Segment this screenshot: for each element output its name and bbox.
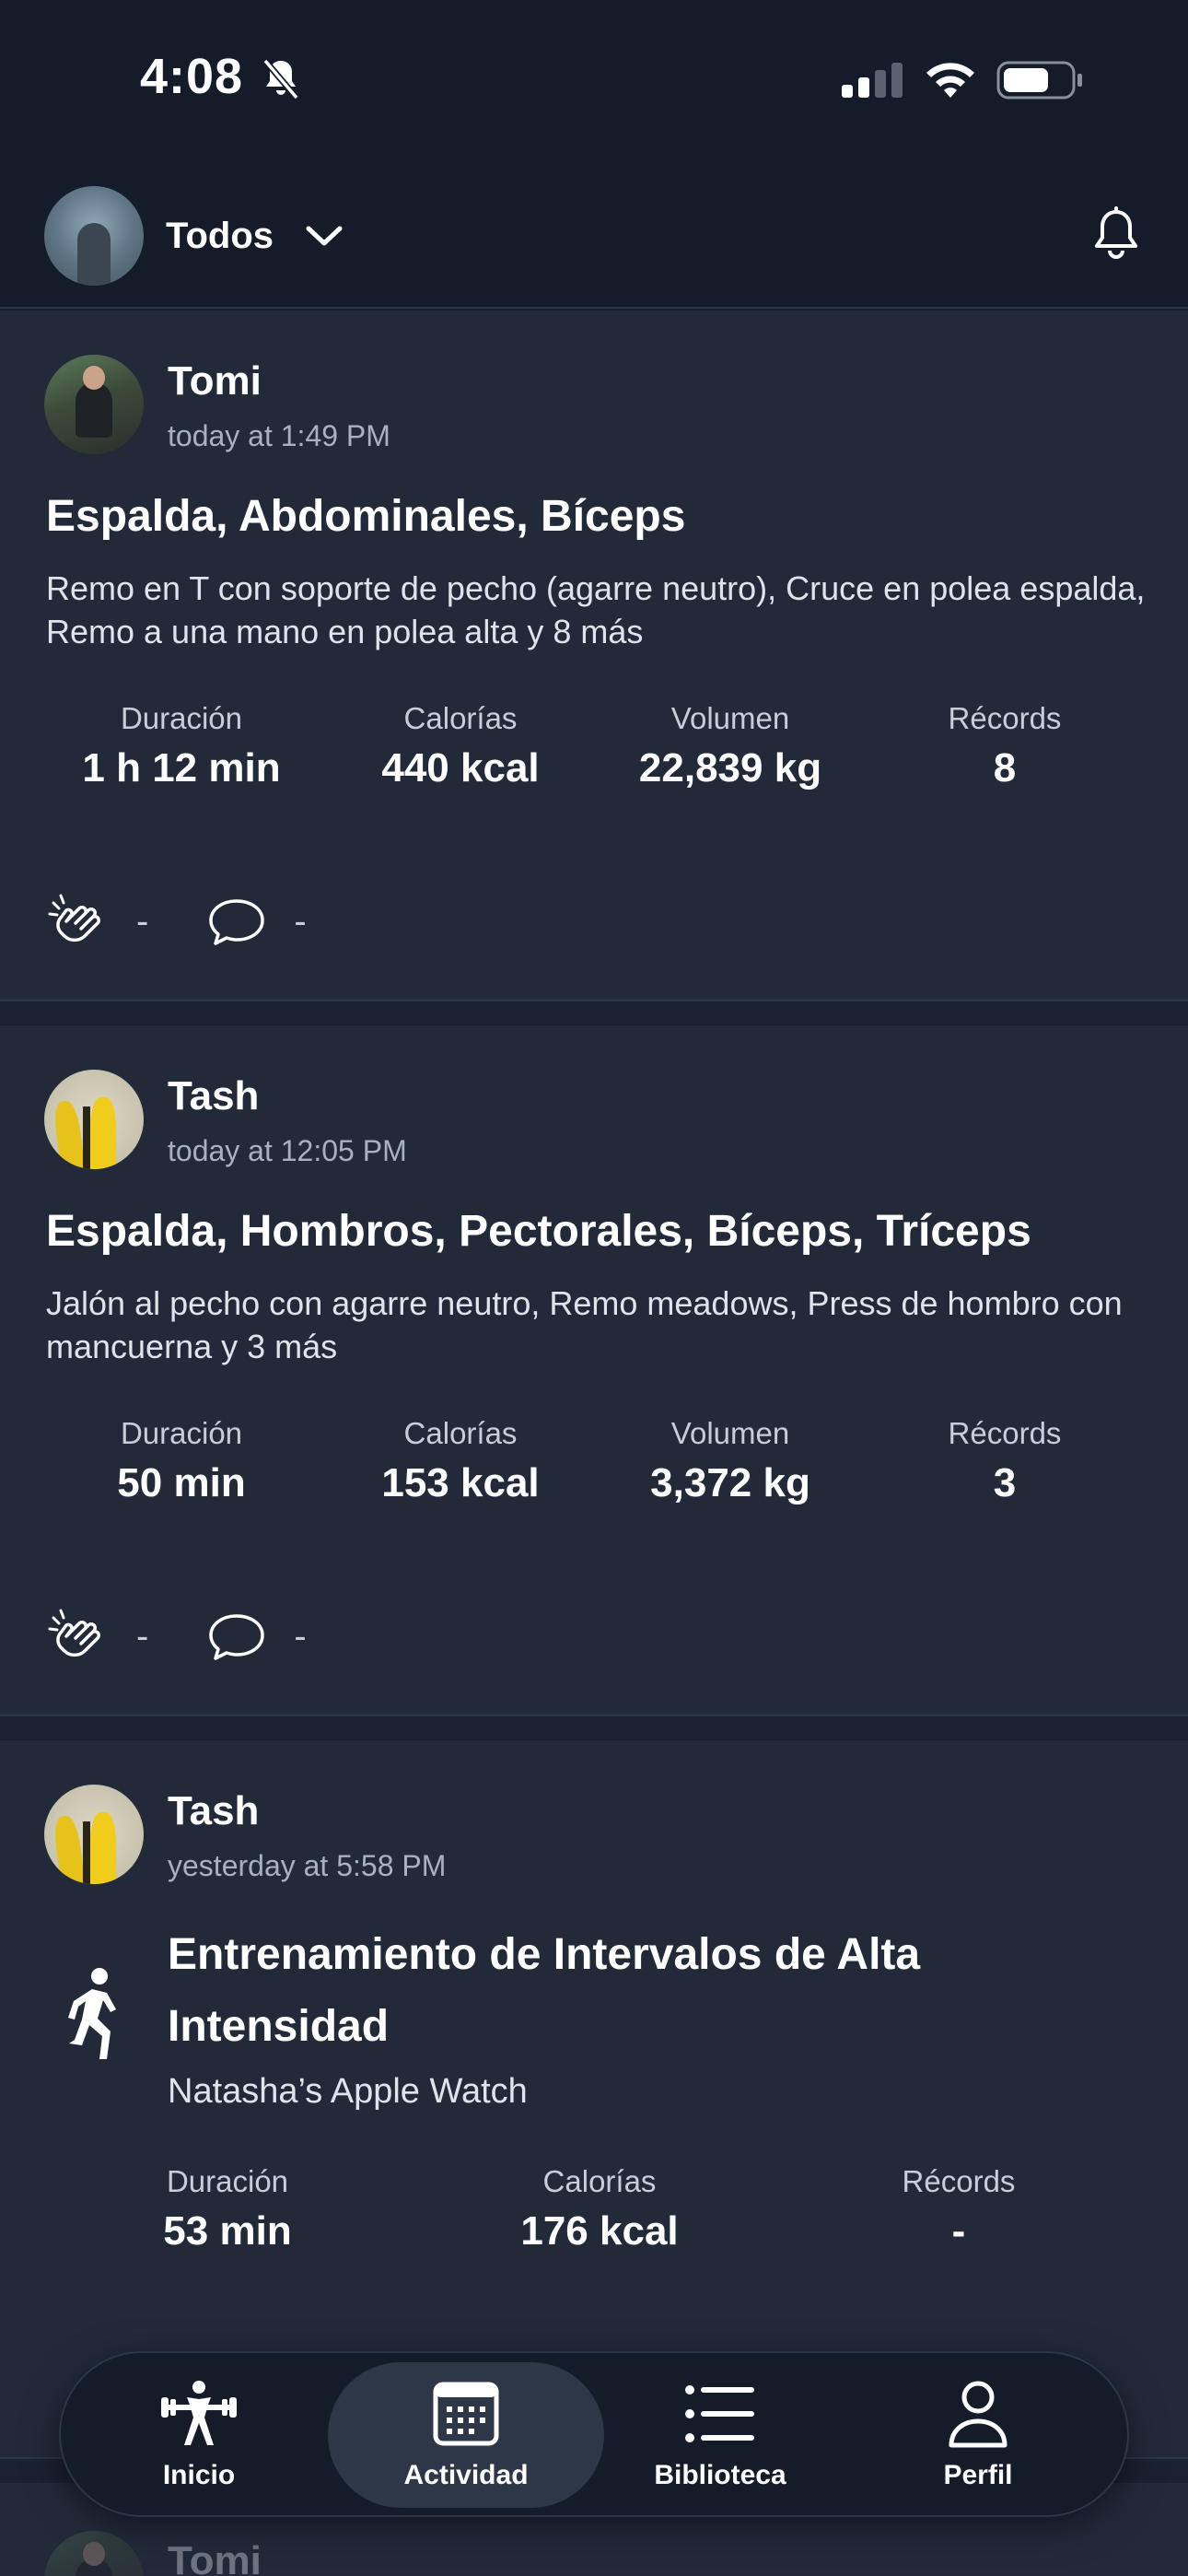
user-avatar[interactable]	[44, 1070, 144, 1169]
user-name[interactable]: Tomi	[168, 2538, 262, 2576]
feed-filter-label: Todos	[166, 215, 274, 256]
workout-title-line: Intensidad	[168, 2002, 390, 2051]
stat-value: -	[951, 2208, 966, 2254]
battery-icon	[996, 61, 1082, 100]
user-avatar[interactable]	[44, 2531, 144, 2576]
stat-value: 8	[993, 745, 1017, 790]
workout-title[interactable]: Espalda, Abdominales, Bíceps	[46, 491, 685, 542]
weightlifter-icon	[161, 2381, 237, 2445]
cellular-signal-icon	[842, 63, 903, 98]
stat-label: Calorías	[403, 1416, 518, 1450]
chevron-down-icon	[306, 226, 343, 246]
stat-value: 176 kcal	[520, 2208, 679, 2254]
stat-label: Volumen	[670, 1416, 790, 1450]
workout-description: Remo en T con soporte de pecho (agarre n…	[46, 569, 1146, 650]
nav-biblioteca[interactable]: Biblioteca	[582, 2362, 858, 2508]
feed-filter-dropdown[interactable]: Todos	[166, 208, 344, 263]
nav-label: Inicio	[162, 2460, 236, 2490]
person-icon	[949, 2381, 1007, 2448]
stat-calories: Calorías 153 kcal	[381, 1416, 539, 1506]
workout-card[interactable]: Tomi today at 1:49 PM Espalda, Abdominal…	[0, 310, 1188, 1001]
clap-count: -	[136, 900, 149, 942]
stat-value: 440 kcal	[381, 745, 540, 790]
workout-title[interactable]: Entrenamiento de Intervalos de Alta Inte…	[168, 1919, 920, 2063]
workout-card[interactable]: Tash today at 12:05 PM Espalda, Hombros,…	[0, 1025, 1188, 1716]
stat-label: Volumen	[670, 701, 790, 735]
user-name[interactable]: Tash	[168, 1073, 259, 1119]
stat-label: Récords	[948, 701, 1062, 735]
device-name: Natasha’s Apple Watch	[168, 2072, 528, 2111]
nav-actividad[interactable]: Actividad	[328, 2362, 604, 2508]
comment-count: -	[294, 1615, 307, 1657]
stat-records: Récords -	[903, 2164, 1016, 2254]
stat-label: Calorías	[542, 2164, 657, 2198]
workout-stats: Duración 50 min Calorías 153 kcal Volume…	[0, 1416, 1188, 1517]
bottom-navigation: Inicio Actividad Biblioteca Perfil	[59, 2351, 1129, 2517]
post-time: today at 12:05 PM	[168, 1134, 407, 1167]
clap-icon[interactable]	[46, 890, 112, 953]
workout-title[interactable]: Espalda, Hombros, Pectorales, Bíceps, Tr…	[46, 1206, 1031, 1257]
post-time: yesterday at 5:58 PM	[168, 1849, 447, 1882]
status-time: 4:08	[140, 49, 244, 104]
workout-stats: Duración 53 min Calorías 176 kcal Récord…	[0, 2164, 1188, 2266]
stat-calories: Calorías 176 kcal	[520, 2164, 678, 2254]
comment-count: -	[294, 900, 307, 942]
status-bar: 4:08	[0, 0, 1188, 166]
stat-label: Duración	[120, 701, 243, 735]
reactions-bar: - -	[46, 1604, 362, 1669]
stat-label: Récords	[902, 2164, 1016, 2198]
reactions-bar: - -	[46, 889, 362, 954]
stat-label: Duración	[120, 1416, 243, 1450]
workout-description: Jalón al pecho con agarre neutro, Remo m…	[46, 1284, 1123, 1365]
nav-inicio[interactable]: Inicio	[61, 2362, 337, 2508]
comment-icon[interactable]	[204, 890, 270, 953]
stat-value: 53 min	[163, 2208, 292, 2254]
list-icon	[685, 2385, 754, 2442]
stat-duration: Duración 53 min	[163, 2164, 291, 2254]
wifi-icon	[926, 63, 974, 98]
nav-label: Actividad	[403, 2460, 529, 2490]
nav-perfil[interactable]: Perfil	[840, 2362, 1116, 2508]
stat-calories: Calorías 440 kcal	[381, 701, 539, 791]
user-name[interactable]: Tomi	[168, 358, 262, 404]
stat-duration: Duración 50 min	[117, 1416, 245, 1506]
stat-duration: Duración 1 h 12 min	[82, 701, 280, 791]
workout-title-line: Entrenamiento de Intervalos de Alta	[168, 1930, 921, 1979]
bell-slash-icon	[262, 58, 299, 100]
stat-records: Récords 3	[949, 1416, 1062, 1506]
user-avatar[interactable]	[44, 355, 144, 454]
post-time: today at 1:49 PM	[168, 419, 390, 452]
stat-label: Calorías	[403, 701, 518, 735]
nav-label: Biblioteca	[654, 2460, 786, 2490]
feed-header: Todos	[0, 166, 1188, 309]
user-name[interactable]: Tash	[168, 1788, 259, 1834]
stat-value: 153 kcal	[381, 1460, 540, 1505]
stat-value: 50 min	[117, 1460, 246, 1505]
stat-value: 3,372 kg	[650, 1460, 810, 1505]
stat-volume: Volumen 22,839 kg	[639, 701, 821, 791]
workout-stats: Duración 1 h 12 min Calorías 440 kcal Vo…	[0, 701, 1188, 802]
calendar-icon	[433, 2382, 499, 2446]
profile-avatar[interactable]	[44, 186, 144, 286]
clap-count: -	[136, 1615, 149, 1657]
user-avatar[interactable]	[44, 1785, 144, 1884]
running-icon	[68, 1968, 116, 2059]
stat-value: 3	[993, 1460, 1017, 1505]
bell-icon[interactable]	[1092, 206, 1140, 262]
stat-records: Récords 8	[949, 701, 1062, 791]
stat-label: Récords	[948, 1416, 1062, 1450]
stat-label: Duración	[166, 2164, 289, 2198]
stat-volume: Volumen 3,372 kg	[650, 1416, 810, 1506]
stat-value: 22,839 kg	[638, 745, 822, 790]
clap-icon[interactable]	[46, 1605, 112, 1668]
nav-label: Perfil	[943, 2460, 1013, 2490]
stat-value: 1 h 12 min	[82, 745, 281, 790]
comment-icon[interactable]	[204, 1605, 270, 1668]
